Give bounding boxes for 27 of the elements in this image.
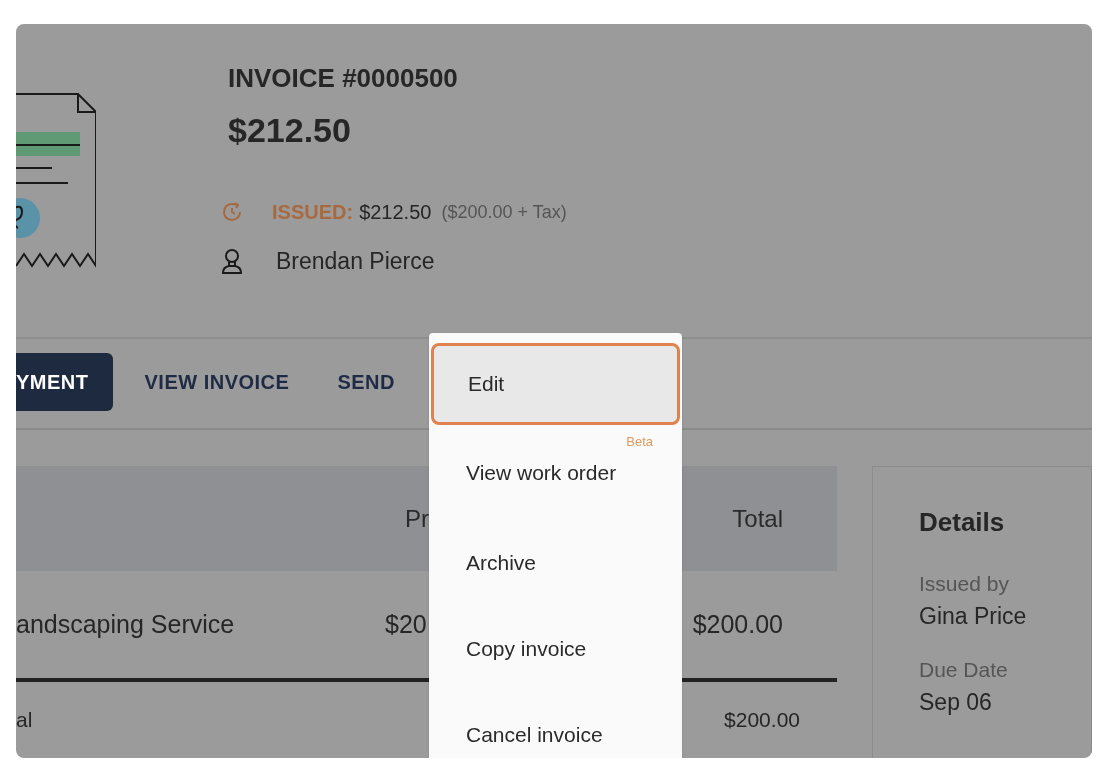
clock-icon: [220, 200, 244, 224]
status-amount: $212.50: [359, 200, 432, 225]
field-label: Issued by: [919, 571, 1010, 597]
menu-item[interactable]: Copy invoice: [431, 624, 680, 674]
column-header: Total: [731, 503, 784, 534]
subtotal-value: $200.00: [723, 707, 801, 734]
table-cell-text: andscaping Service: [16, 608, 236, 640]
status-label: ISSUED:: [272, 200, 354, 225]
person-icon: [220, 247, 244, 276]
client-name: Brendan Pierce: [276, 247, 435, 276]
field-label: Due Date: [919, 657, 1009, 683]
field-value: Gina Price: [919, 602, 1028, 631]
field-value: Sep 06: [919, 688, 993, 717]
invoice-amount: $212.50: [228, 110, 352, 150]
action-link[interactable]: SEND: [337, 353, 395, 411]
details-title: Details: [919, 506, 1006, 539]
amount-breakdown: ($200.00 + Tax): [441, 200, 567, 224]
menu-item[interactable]: Edit: [431, 343, 680, 425]
menu-item[interactable]: Cancel invoice: [431, 710, 680, 758]
subtotal-label: al: [16, 707, 34, 734]
column-header: Pr: [404, 503, 430, 534]
table-cell-text: $20: [385, 608, 428, 640]
menu-item[interactable]: Archive: [431, 538, 680, 588]
action-link[interactable]: VIEW INVOICE: [144, 353, 290, 411]
invoice-number: INVOICE #0000500: [228, 62, 459, 94]
table-cell-text: $200.00: [691, 608, 784, 640]
record-payment-button[interactable]: YMENT: [16, 353, 113, 411]
